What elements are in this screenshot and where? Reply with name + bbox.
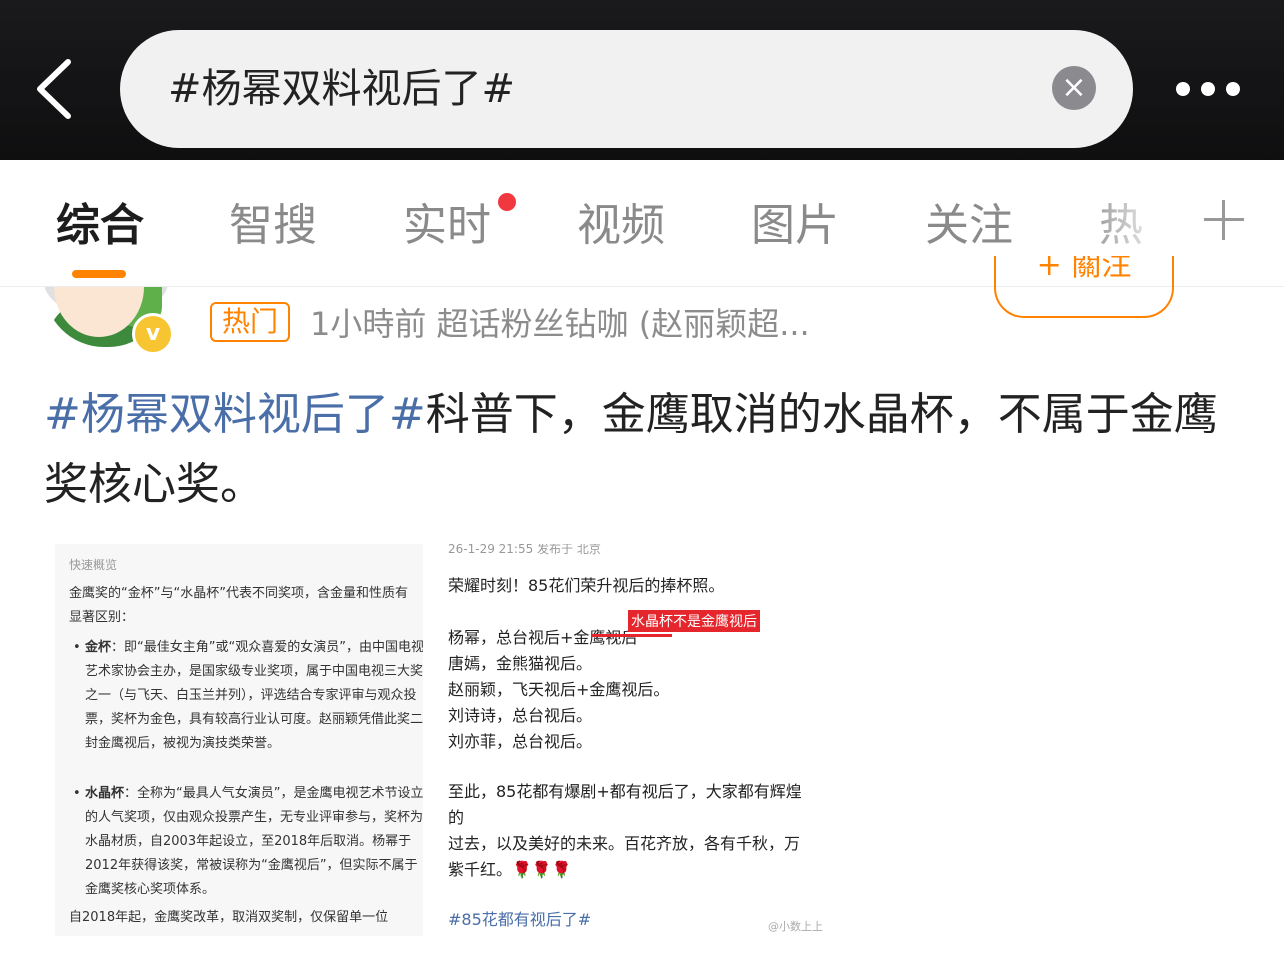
- hot-badge: 热门: [210, 302, 291, 342]
- notification-dot: [498, 193, 516, 211]
- add-tab-icon[interactable]: [1200, 196, 1248, 244]
- image1-bullet-2: 水晶杯：全称为“最具人气女演员”，是金鹰电视艺术节设立的人气奖项，仅由观众投票产…: [73, 782, 423, 902]
- image2-line: 赵丽颖，飞天视后+金鹰视后。: [448, 680, 670, 699]
- image2-line: 紫千红。🌹🌹🌹: [448, 860, 572, 879]
- image2-line: 荣耀时刻！85花们荣升视后的捧杯照。: [448, 576, 725, 595]
- image1-bullet-1: 金杯：即“最佳女主角”或“观众喜爱的女演员”，由中国电视艺术家协会主办，是国家级…: [73, 636, 423, 756]
- top-bar: #杨幂双料视后了# ×: [0, 0, 1284, 160]
- tab-video[interactable]: 视频: [577, 196, 665, 256]
- image2-line: 刘诗诗，总台视后。: [448, 706, 593, 725]
- image2-topic: #85花都有视后了#: [448, 910, 592, 929]
- post-meta: 热门 1小時前 超话粉丝钻咖 (赵丽颖超...: [210, 300, 810, 344]
- search-input[interactable]: #杨幂双料视后了# ×: [120, 30, 1133, 148]
- tab-comprehensive[interactable]: 综合: [56, 196, 144, 256]
- image2-line: 至此，85花都有爆剧+都有视后了，大家都有辉煌: [448, 782, 802, 801]
- active-tab-indicator: [72, 270, 126, 278]
- verified-badge-icon: v: [132, 313, 174, 355]
- image2-line: 刘亦菲，总台视后。: [448, 732, 593, 751]
- post-body: #杨幂双料视后了#科普下，金鹰取消的水晶杯，不属于金鹰奖核心奖。: [44, 380, 1240, 520]
- tab-smart-search[interactable]: 智搜: [229, 196, 317, 256]
- tab-images[interactable]: 图片: [751, 196, 839, 256]
- clear-icon[interactable]: ×: [1052, 66, 1096, 110]
- image2-header: 26-1-29 21:55 发布于 北京: [448, 544, 601, 556]
- post-image-1[interactable]: 快速概览 金鹰奖的“金杯”与“水晶杯”代表不同奖项，含金量和性质有显著区别： 金…: [55, 544, 423, 936]
- watermark: @小数上上: [768, 920, 823, 933]
- image1-heading: 快速概览: [69, 558, 118, 572]
- more-options-icon[interactable]: [1170, 74, 1250, 104]
- image2-line: 过去，以及美好的未来。百花齐放，各有千秋，万: [448, 834, 801, 853]
- search-query: #杨幂双料视后了#: [168, 66, 516, 112]
- image1-intro: 金鹰奖的“金杯”与“水晶杯”代表不同奖项，含金量和性质有显著区别：: [69, 586, 408, 625]
- topic-link[interactable]: #杨幂双料视后了#: [44, 389, 426, 440]
- tab-following[interactable]: 关注: [925, 196, 1013, 256]
- post-image-2[interactable]: 26-1-29 21:55 发布于 北京 荣耀时刻！85花们荣升视后的捧杯照。 …: [440, 544, 842, 936]
- strike-mark: [592, 634, 672, 637]
- annotation-label: 水晶杯不是金鹰视后: [628, 610, 760, 632]
- image2-line: 的: [448, 808, 465, 827]
- back-icon[interactable]: [30, 58, 80, 120]
- follow-label: + 關注: [1036, 256, 1132, 283]
- follow-button[interactable]: + 關注: [994, 256, 1174, 318]
- tab-realtime[interactable]: 实时: [403, 196, 491, 256]
- post-time-source: 1小時前 超话粉丝钻咖 (赵丽颖超...: [310, 305, 810, 343]
- image1-tail: 自2018年起，金鹰奖改革，取消双奖制，仅保留单一位: [69, 910, 389, 925]
- image2-line: 唐嫣，金熊猫视后。: [448, 654, 593, 673]
